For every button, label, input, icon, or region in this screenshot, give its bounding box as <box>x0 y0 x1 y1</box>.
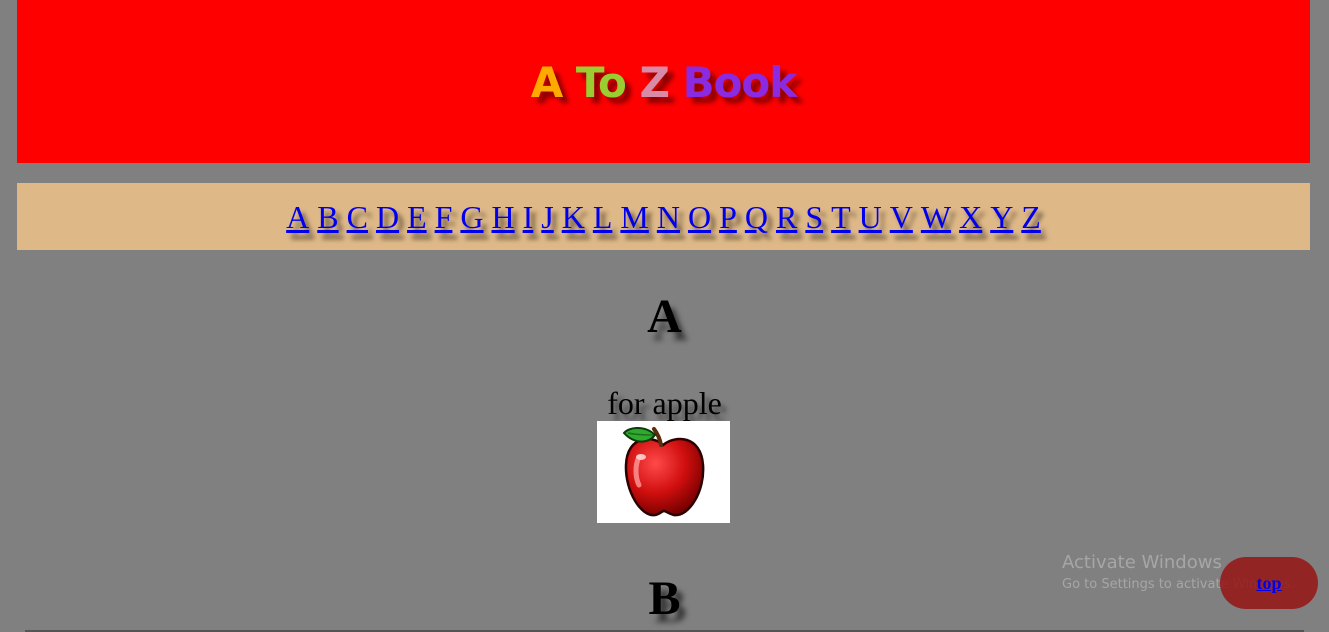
nav-link-l[interactable]: L <box>593 199 613 235</box>
nav-link-v[interactable]: V <box>890 199 913 235</box>
nav-link-m[interactable]: M <box>620 199 648 235</box>
nav-link-o[interactable]: O <box>688 199 711 235</box>
nav-link-n[interactable]: N <box>657 199 680 235</box>
nav-link-b[interactable]: B <box>317 199 338 235</box>
nav-link-h[interactable]: H <box>492 199 515 235</box>
title-word-book: Book <box>682 58 798 107</box>
site-title: A To Z Book <box>17 56 1310 110</box>
nav-link-f[interactable]: F <box>435 199 453 235</box>
nav-link-w[interactable]: W <box>921 199 951 235</box>
title-word-a: A <box>530 58 564 107</box>
apple-icon <box>622 427 705 517</box>
nav-link-t[interactable]: T <box>831 199 851 235</box>
section-a: A <box>0 290 1329 344</box>
nav-link-e[interactable]: E <box>407 199 427 235</box>
nav-link-i[interactable]: I <box>523 199 534 235</box>
nav-link-p[interactable]: P <box>719 199 737 235</box>
nav-link-a[interactable]: A <box>286 199 309 235</box>
nav-link-r[interactable]: R <box>776 199 797 235</box>
section-a-caption: for apple <box>607 385 722 421</box>
nav-link-u[interactable]: U <box>859 199 882 235</box>
nav-link-x[interactable]: X <box>959 199 982 235</box>
nav-link-g[interactable]: G <box>460 199 483 235</box>
nav-link-s[interactable]: S <box>805 199 823 235</box>
title-word-to: To <box>575 58 627 107</box>
nav-link-z[interactable]: Z <box>1021 199 1041 235</box>
nav-link-d[interactable]: D <box>376 199 399 235</box>
section-a-caption-wrap: for apple <box>0 385 1329 421</box>
back-to-top-button[interactable]: top <box>1220 557 1318 609</box>
nav-link-k[interactable]: K <box>562 199 585 235</box>
page: A To Z Book A B C D E F G H I J K L M N … <box>0 0 1329 632</box>
section-a-heading: A <box>647 290 682 343</box>
title-word-z: Z <box>639 58 669 107</box>
nav-link-y[interactable]: Y <box>990 199 1013 235</box>
back-to-top-link[interactable]: top <box>1256 573 1281 593</box>
nav-link-q[interactable]: Q <box>745 199 768 235</box>
alphabet-link-list: A B C D E F G H I J K L M N O P Q R S T … <box>17 199 1310 235</box>
alphabet-nav: A B C D E F G H I J K L M N O P Q R S T … <box>17 183 1310 250</box>
nav-link-c[interactable]: C <box>347 199 368 235</box>
site-header: A To Z Book <box>17 0 1310 163</box>
nav-link-j[interactable]: J <box>541 199 553 235</box>
apple-image <box>597 421 730 523</box>
